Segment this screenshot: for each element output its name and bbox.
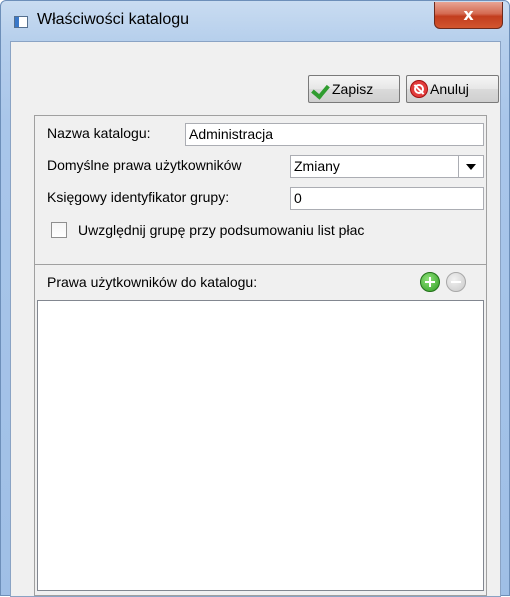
- default-rights-label: Domyślne prawa użytkowników: [47, 157, 242, 173]
- name-input[interactable]: Administracja: [185, 123, 484, 146]
- checkmark-icon: [312, 80, 330, 98]
- remove-icon[interactable]: [446, 272, 466, 292]
- app-icon: [14, 16, 28, 28]
- default-rights-value: Zmiany: [294, 158, 340, 174]
- dialog-client-area: Zapisz Anuluj Nazwa katalogu: Administra…: [10, 41, 501, 597]
- account-id-label: Księgowy identyfikator grupy:: [47, 189, 230, 205]
- user-rights-panel: Prawa użytkowników do katalogu:: [34, 264, 487, 596]
- user-rights-list[interactable]: [37, 300, 484, 591]
- cancel-icon: [410, 80, 428, 98]
- cancel-button[interactable]: Anuluj: [406, 75, 499, 103]
- include-checkbox[interactable]: [51, 222, 67, 238]
- add-icon[interactable]: [420, 272, 440, 292]
- include-checkbox-label[interactable]: Uwzględnij grupę przy podsumowaniu list …: [78, 222, 364, 238]
- dialog-window: Właściwości katalogu x Zapisz Anuluj Naz…: [0, 0, 510, 597]
- default-rights-select[interactable]: Zmiany: [290, 155, 484, 178]
- chevron-down-icon[interactable]: [458, 156, 483, 177]
- title-bar[interactable]: Właściwości katalogu x: [1, 1, 509, 41]
- name-label: Nazwa katalogu:: [47, 125, 151, 141]
- account-id-input[interactable]: 0: [290, 187, 484, 210]
- window-title: Właściwości katalogu: [37, 11, 190, 28]
- user-rights-header: Prawa użytkowników do katalogu:: [47, 274, 258, 290]
- cancel-button-label: Anuluj: [430, 81, 469, 97]
- save-button-label: Zapisz: [332, 81, 374, 97]
- close-button[interactable]: x: [434, 2, 503, 29]
- save-button[interactable]: Zapisz: [308, 75, 400, 103]
